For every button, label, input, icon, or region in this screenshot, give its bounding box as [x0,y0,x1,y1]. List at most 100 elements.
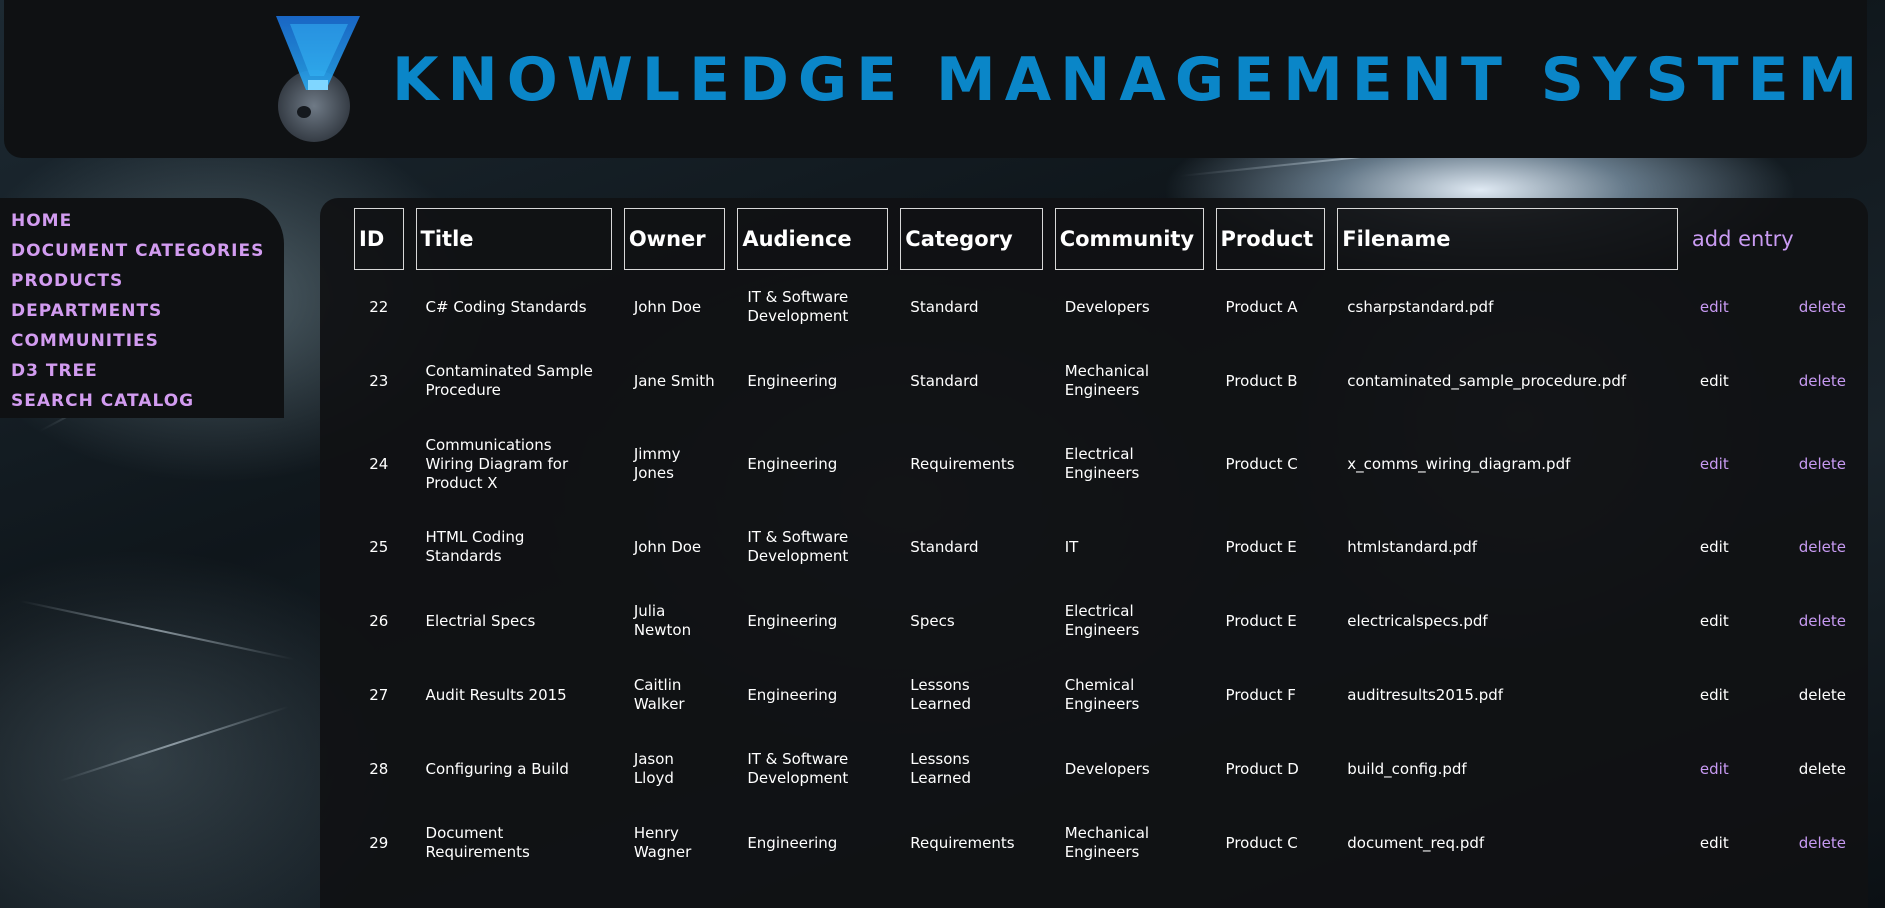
cell-category: Lessons Learned [910,676,971,713]
edit-link[interactable]: edit [1700,834,1729,852]
cell-audience: Engineering [747,611,838,630]
cell-title: Audit Results 2015 [425,685,567,704]
cell-owner: Julia Newton [633,602,692,639]
cell-product: Product C [1225,454,1298,473]
nav-item-search-catalog[interactable]: SEARCH CATALOG [11,386,284,416]
nav-item-products[interactable]: PRODUCTS [11,266,284,296]
cell-filename: x_comms_wiring_diagram.pdf [1347,454,1571,473]
cell-audience: IT & Software Development [747,750,849,787]
delete-cell: delete [1751,418,1856,510]
column-header-id: ID [354,208,404,270]
cell-title: Communications Wiring Diagram for Produc… [425,435,569,492]
edit-link[interactable]: edit [1700,372,1729,390]
site-header: KNOWLEDGE MANAGEMENT SYSTEM [4,0,1867,158]
cell-category: Requirements [910,833,1015,852]
cell-id: 29 [369,833,389,852]
column-header-product: Product [1215,208,1326,270]
delete-link[interactable]: delete [1799,612,1846,630]
delete-link[interactable]: delete [1799,538,1846,556]
cell-community: Mechanical Engineers [1064,362,1150,399]
column-header-category: Category [900,208,1043,270]
cell-id: 24 [369,454,389,473]
cell-owner: Henry Wagner [633,824,692,861]
crystal-skull-logo-icon [276,16,360,142]
cell-owner: Jason Lloyd [633,750,674,787]
edit-link[interactable]: edit [1700,298,1729,316]
cell-title: Electrial Specs [425,611,536,630]
cell-filename: htmlstandard.pdf [1347,537,1478,556]
cell-owner: Jimmy Jones [633,445,681,482]
cell-owner: Jane Smith [633,371,715,390]
cell-product: Product E [1225,537,1297,556]
table-row: 29 Document Requirements Henry Wagner Engin… [354,806,1856,880]
cell-owner: Caitlin Walker [633,676,685,713]
edit-cell: edit [1690,732,1739,806]
cell-id: 27 [369,685,389,704]
cell-product: Product F [1225,685,1296,704]
documents-table: ID Title Owner Audience Category Communi… [342,208,1868,880]
cell-audience: Engineering [747,454,838,473]
edit-cell: edit [1690,510,1739,584]
cell-community: IT [1064,537,1079,556]
background-streak [59,705,289,782]
cell-id: 25 [369,537,389,556]
cell-product: Product D [1225,759,1299,778]
delete-link[interactable]: delete [1799,834,1846,852]
nav-item-document-categories[interactable]: DOCUMENT CATEGORIES [11,236,284,266]
cell-category: Standard [910,537,979,556]
nav-item-communities[interactable]: COMMUNITIES [11,326,284,356]
document-table-panel: ID Title Owner Audience Category Communi… [320,198,1868,908]
delete-cell: delete [1751,732,1856,806]
cell-community: Developers [1064,759,1150,778]
sidebar-nav: HOME DOCUMENT CATEGORIES PRODUCTS DEPART… [0,198,284,418]
delete-link[interactable]: delete [1799,455,1846,473]
cell-owner: John Doe [633,297,702,316]
edit-cell: edit [1690,658,1739,732]
cell-audience: Engineering [747,371,838,390]
cell-community: Developers [1064,297,1150,316]
edit-link[interactable]: edit [1700,686,1729,704]
delete-cell: delete [1751,658,1856,732]
edit-link[interactable]: edit [1700,612,1729,630]
nav-item-home[interactable]: HOME [11,206,284,236]
cell-product: Product A [1225,297,1298,316]
delete-cell: delete [1751,510,1856,584]
nav-item-departments[interactable]: DEPARTMENTS [11,296,284,326]
delete-link[interactable]: delete [1799,686,1846,704]
cell-filename: auditresults2015.pdf [1347,685,1504,704]
delete-link[interactable]: delete [1799,298,1846,316]
cell-audience: Engineering [747,685,838,704]
cell-title: Document Requirements [425,824,530,861]
column-header-audience: Audience [737,208,889,270]
background-streak [19,600,295,661]
table-row: 23 Contaminated Sample Procedure Jane Smit… [354,344,1856,418]
edit-cell: edit [1690,584,1739,658]
column-header-community: Community [1054,208,1204,270]
nav-item-d3-tree[interactable]: D3 TREE [11,356,284,386]
add-entry-link[interactable]: add entry [1690,208,1856,270]
delete-link[interactable]: delete [1799,372,1846,390]
cell-community: Electrical Engineers [1064,445,1140,482]
cell-product: Product C [1225,833,1298,852]
edit-link[interactable]: edit [1700,760,1729,778]
cell-id: 23 [369,371,389,390]
table-row: 24 Communications Wiring Diagram for Prod… [354,418,1856,510]
cell-id: 22 [369,297,389,316]
edit-cell: edit [1690,806,1739,880]
table-row: 25 HTML Coding Standards John Doe IT & Soft… [354,510,1856,584]
edit-link[interactable]: edit [1700,538,1729,556]
cell-category: Specs [910,611,955,630]
delete-link[interactable]: delete [1799,760,1846,778]
cell-owner: John Doe [633,537,702,556]
cell-product: Product E [1225,611,1297,630]
cell-filename: electricalspecs.pdf [1347,611,1488,630]
cell-category: Standard [910,371,979,390]
cell-title: Contaminated Sample Procedure [425,362,593,399]
delete-cell: delete [1751,584,1856,658]
cell-filename: contaminated_sample_procedure.pdf [1347,371,1627,390]
edit-link[interactable]: edit [1700,455,1729,473]
table-row: 27 Audit Results 2015 Caitlin Walker Engine… [354,658,1856,732]
edit-cell: edit [1690,344,1739,418]
cell-title: Configuring a Build [425,759,569,778]
table-row: 26 Electrial Specs Julia Newton Engineering… [354,584,1856,658]
